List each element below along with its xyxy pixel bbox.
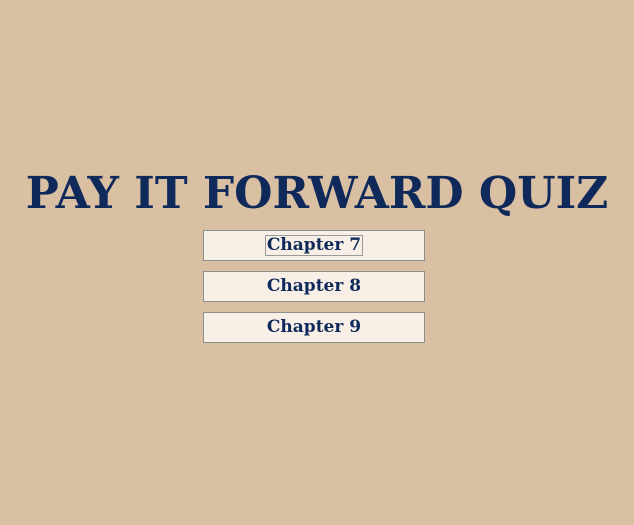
chapter-menu: Chapter 7 Chapter 8 Chapter 9	[203, 230, 425, 353]
chapter-7-button[interactable]: Chapter 7	[203, 230, 425, 261]
chapter-9-label: Chapter 9	[266, 317, 362, 337]
chapter-8-button[interactable]: Chapter 8	[203, 271, 425, 302]
chapter-8-label: Chapter 8	[266, 276, 362, 296]
chapter-9-button[interactable]: Chapter 9	[203, 312, 425, 343]
chapter-7-label: Chapter 7	[264, 235, 364, 256]
page-title: PAY IT FORWARD QUIZ	[25, 168, 609, 219]
